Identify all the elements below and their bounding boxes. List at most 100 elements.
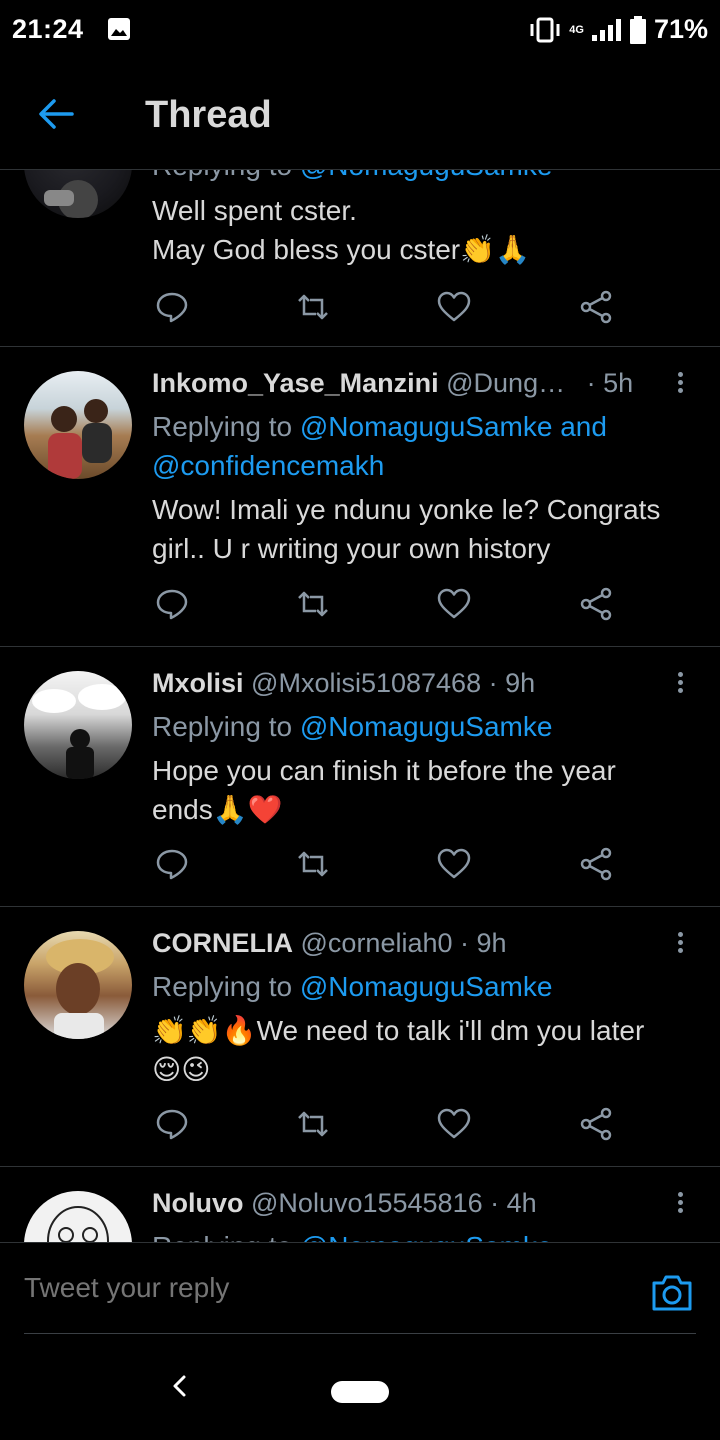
tweet-time: · 9h [460, 928, 507, 958]
replying-to: Replying to @NomaguguSamke [152, 1227, 690, 1242]
avatar-image [47, 1206, 109, 1242]
camera-icon[interactable] [650, 1273, 694, 1313]
avatar-image [44, 180, 98, 218]
tweet-time: · 9h [488, 668, 536, 698]
tweet-header: CORNELIA @corneliah0 · 9h [152, 928, 650, 959]
avatar[interactable] [24, 170, 132, 218]
retweet-icon [298, 851, 328, 877]
tweet-actions [152, 587, 622, 627]
tweet-time: · 4h [490, 1188, 537, 1218]
battery-icon [629, 15, 646, 44]
like-button[interactable] [437, 290, 477, 330]
tweet[interactable]: Noluvo @Noluvo15545816 · 4h Replying to … [0, 1167, 720, 1242]
reply-bar [0, 1242, 720, 1334]
reply-button[interactable] [155, 1107, 195, 1147]
reply-input[interactable] [24, 1243, 624, 1333]
author-handle[interactable]: @Noluvo15545816 [251, 1188, 483, 1218]
author-name[interactable]: Inkomo_Yase_Manzini [152, 368, 439, 398]
avatar-image [32, 684, 126, 779]
more-vertical-icon[interactable] [670, 369, 690, 399]
tweet-header: Inkomo_Yase_Manzini @Dung… · 5h [152, 368, 650, 399]
image-notification-icon [108, 18, 130, 40]
retweet-button[interactable] [296, 1107, 336, 1147]
mention-link[interactable]: @NomaguguSamke [300, 170, 553, 181]
tweet-actions [152, 847, 622, 887]
reply-icon [156, 1109, 188, 1140]
more-vertical-icon[interactable] [670, 1189, 690, 1219]
share-button[interactable] [579, 847, 619, 887]
share-icon [580, 847, 612, 881]
tweet-text: 👏👏🔥We need to talk i'll dm you later 😌😉 [152, 1015, 645, 1085]
tweet[interactable]: Replying to @NomaguguSamke Well spent cs… [0, 170, 720, 347]
heart-icon [437, 588, 471, 619]
tweet-text: Wow! Imali ye ndunu yonke le? Congrats g… [152, 494, 661, 564]
author-handle[interactable]: @Mxolisi51087468 [251, 668, 481, 698]
author-handle[interactable]: @Dung… [446, 368, 565, 398]
tweet-actions [152, 1107, 622, 1147]
tweet-text: Hope you can finish it before the year e… [152, 755, 616, 825]
avatar[interactable] [24, 671, 132, 779]
status-right: 4G 71% [529, 14, 708, 45]
page-title: Thread [145, 94, 272, 136]
reply-button[interactable] [155, 847, 195, 887]
like-button[interactable] [437, 587, 477, 627]
author-name[interactable]: Mxolisi [152, 668, 244, 698]
avatar[interactable] [24, 931, 132, 1039]
avatar-image [46, 939, 114, 1039]
retweet-button[interactable] [296, 847, 336, 887]
vibrate-icon [530, 17, 560, 42]
mention-link[interactable]: @confidencemakh [152, 450, 384, 481]
tweet-header: Mxolisi @Mxolisi51087468 · 9h [152, 668, 650, 699]
thread-header: Thread [0, 62, 720, 170]
like-button[interactable] [437, 1107, 477, 1147]
reply-button[interactable] [155, 290, 195, 330]
mention-link[interactable]: @NomaguguSamke [300, 1231, 553, 1242]
author-name[interactable]: Noluvo [152, 1188, 244, 1218]
share-icon [580, 587, 612, 621]
arrow-left-icon[interactable] [34, 92, 78, 136]
author-handle[interactable]: @corneliah0 [301, 928, 453, 958]
mention-link[interactable]: @NomaguguSamke and [300, 411, 607, 442]
retweet-icon [298, 591, 328, 617]
nav-back-icon[interactable] [168, 1374, 192, 1398]
avatar[interactable] [24, 371, 132, 479]
home-pill[interactable] [331, 1381, 389, 1403]
replying-to: Replying to @NomaguguSamke and @confiden… [152, 411, 607, 481]
mention-link[interactable]: @NomaguguSamke [300, 711, 553, 742]
signal-icon [591, 18, 621, 41]
replying-to: Replying to @NomaguguSamke [152, 711, 553, 742]
retweet-button[interactable] [296, 290, 336, 330]
replying-to: Replying to @NomaguguSamke [152, 971, 553, 1002]
retweet-icon [298, 1111, 328, 1137]
heart-icon [437, 848, 471, 879]
tweet[interactable]: Inkomo_Yase_Manzini @Dung… · 5h Replying… [0, 347, 720, 647]
reply-icon [156, 849, 188, 880]
avatar[interactable] [24, 1191, 132, 1242]
tweet-time: · 5h [586, 368, 634, 398]
share-icon [580, 1107, 612, 1141]
retweet-icon [298, 294, 328, 320]
heart-icon [437, 1108, 471, 1139]
author-name[interactable]: CORNELIA [152, 928, 293, 958]
reply-icon [156, 292, 188, 323]
reply-button[interactable] [155, 587, 195, 627]
status-time: 21:24 [12, 14, 84, 44]
more-vertical-icon[interactable] [670, 669, 690, 699]
thread-feed[interactable]: Replying to @NomaguguSamke Well spent cs… [0, 170, 720, 1242]
like-button[interactable] [437, 847, 477, 887]
network-type: 4G [569, 23, 584, 36]
share-button[interactable] [579, 587, 619, 627]
avatar-image [48, 399, 112, 479]
retweet-button[interactable] [296, 587, 336, 627]
replying-to: Replying to @NomaguguSamke [152, 170, 690, 185]
tweet[interactable]: CORNELIA @corneliah0 · 9h Replying to @N… [0, 907, 720, 1167]
tweet[interactable]: Mxolisi @Mxolisi51087468 · 9h Replying t… [0, 647, 720, 907]
share-button[interactable] [579, 1107, 619, 1147]
mention-link[interactable]: @NomaguguSamke [300, 971, 553, 1002]
more-vertical-icon[interactable] [670, 929, 690, 959]
status-bar: 21:24 4G 71% [0, 0, 720, 62]
tweet-text: Well spent cster. May God bless you cste… [152, 195, 530, 265]
share-button[interactable] [579, 290, 619, 330]
system-nav-bar [0, 1334, 720, 1440]
share-icon [580, 290, 612, 324]
